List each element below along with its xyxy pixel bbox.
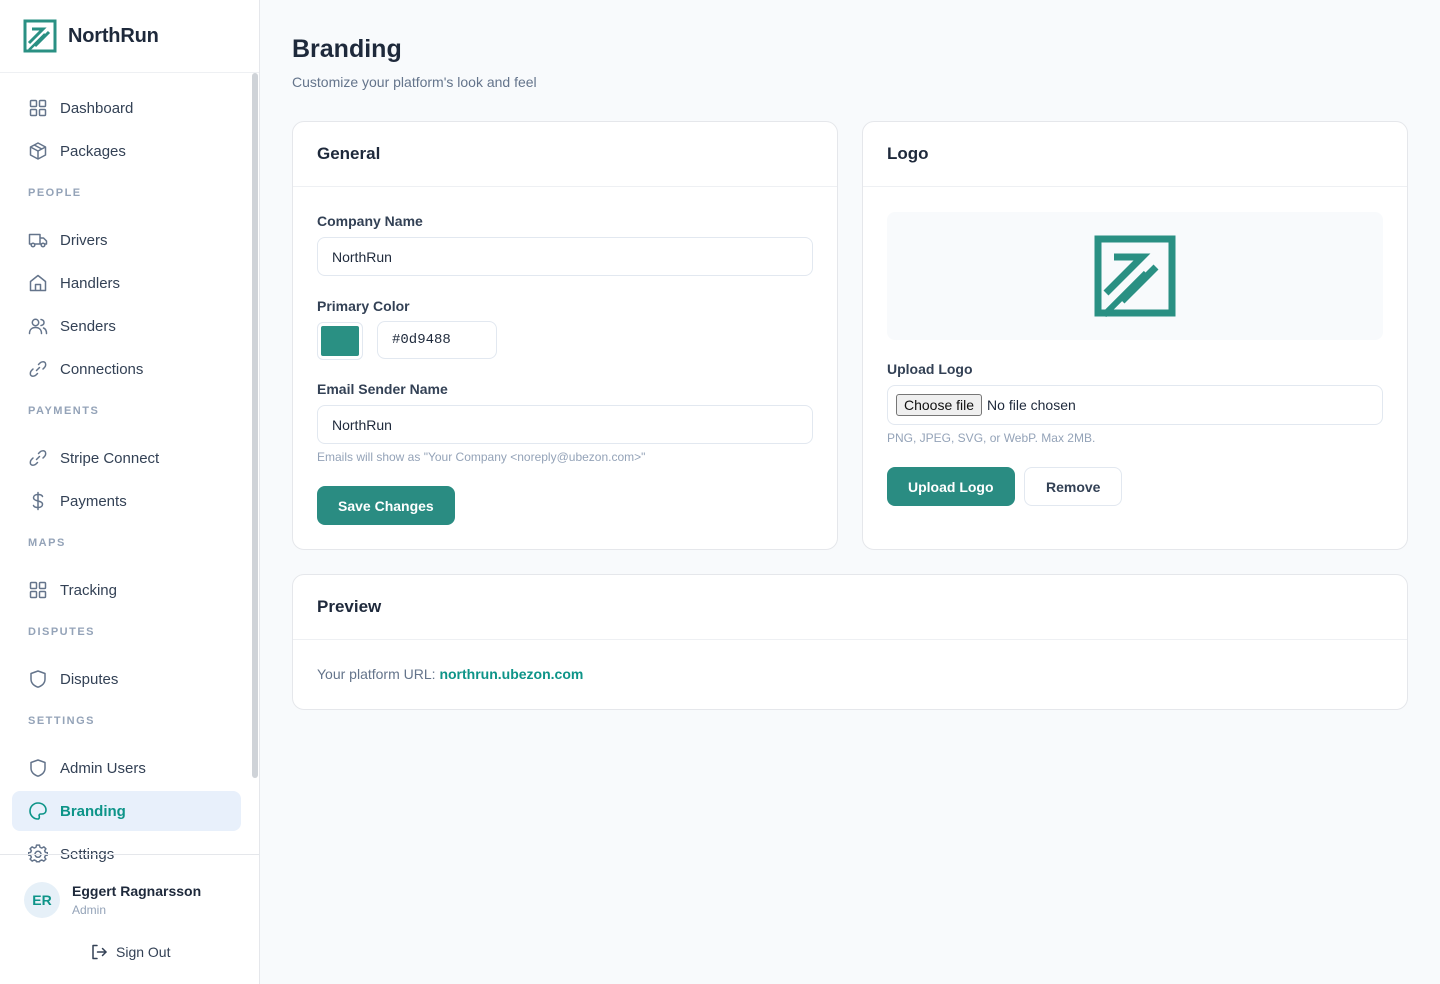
sidebar-item-label: Packages	[60, 142, 126, 160]
sidebar-item-connections[interactable]: Connections	[12, 349, 241, 389]
platform-url-text: Your platform URL: northrun.ubezon.com	[317, 666, 583, 682]
sidebar: NorthRun Dashboard Packages PEOPLE Drive…	[0, 0, 260, 984]
primary-color-swatch[interactable]	[317, 322, 363, 360]
dollar-icon	[32, 491, 44, 511]
sidebar-item-label: Handlers	[60, 274, 121, 292]
sidebar-item-label: Branding	[60, 802, 126, 820]
section-label-payments: PAYMENTS	[28, 405, 100, 417]
package-icon	[29, 142, 47, 160]
link-icon	[29, 450, 47, 466]
logo-file-hint: PNG, JPEG, SVG, or WebP. Max 2MB.	[887, 431, 1096, 445]
user-name: Eggert Ragnarsson	[72, 883, 202, 899]
platform-url-link[interactable]: northrun.ubezon.com	[439, 666, 583, 682]
sidebar-item-admin-users[interactable]: Admin Users	[12, 748, 241, 788]
logo-file-input[interactable]: Choose file No file chosen	[887, 385, 1383, 425]
sidebar-item-packages[interactable]: Packages	[12, 131, 241, 171]
upload-logo-button[interactable]: Upload Logo	[887, 467, 1015, 506]
user-role: Admin	[72, 903, 107, 917]
sidebar-item-handlers[interactable]: Handlers	[12, 263, 241, 303]
sidebar-item-label: Dashboard	[60, 99, 134, 117]
color-swatch-fill	[321, 326, 359, 356]
card-title: Logo	[863, 122, 1407, 187]
page-title: Branding	[292, 35, 402, 63]
palette-icon	[29, 802, 47, 820]
logout-icon	[92, 944, 107, 960]
page-subtitle: Customize your platform's look and feel	[292, 74, 537, 90]
shield-icon	[30, 670, 46, 688]
platform-url-prefix: Your platform URL:	[317, 666, 436, 682]
primary-color-input[interactable]	[377, 321, 497, 359]
card-title: Preview	[293, 575, 1407, 640]
sidebar-item-label: Admin Users	[60, 759, 146, 777]
sidebar-item-payments[interactable]: Payments	[12, 481, 241, 521]
shield-icon	[30, 759, 46, 777]
sidebar-item-label: Stripe Connect	[60, 449, 160, 467]
file-status: No file chosen	[987, 397, 1076, 413]
sidebar-item-label: Tracking	[60, 581, 117, 599]
grid-icon	[29, 581, 47, 599]
sign-out-label: Sign Out	[116, 944, 171, 960]
section-label-settings: SETTINGS	[28, 715, 96, 727]
sidebar-item-senders[interactable]: Senders	[12, 306, 241, 346]
primary-color-label: Primary Color	[317, 298, 410, 314]
remove-logo-button[interactable]: Remove	[1024, 467, 1123, 506]
northrun-logo-icon	[23, 19, 57, 53]
sidebar-item-label: Drivers	[60, 231, 108, 249]
user-profile: ER Eggert Ragnarsson Admin Sign Out	[0, 854, 259, 984]
save-changes-button[interactable]: Save Changes	[317, 486, 455, 525]
logo-preview	[887, 212, 1383, 340]
sidebar-item-label: Payments	[60, 492, 127, 510]
northrun-logo-icon	[1094, 235, 1176, 317]
section-label-maps: MAPS	[28, 537, 66, 549]
grid-icon	[29, 99, 47, 117]
email-sender-hint: Emails will show as "Your Company <norep…	[317, 450, 646, 464]
sidebar-item-branding[interactable]: Branding	[12, 791, 241, 831]
sidebar-item-disputes[interactable]: Disputes	[12, 659, 241, 699]
sidebar-nav: Dashboard Packages PEOPLE Drivers Handle…	[12, 88, 241, 877]
sidebar-scrollbar[interactable]	[252, 73, 258, 778]
company-name-input[interactable]	[317, 237, 813, 276]
sidebar-item-stripe-connect[interactable]: Stripe Connect	[12, 438, 241, 478]
home-icon	[29, 274, 47, 292]
users-icon	[28, 318, 48, 335]
sign-out-button[interactable]: Sign Out	[90, 943, 170, 961]
upload-logo-label: Upload Logo	[887, 361, 973, 377]
brand[interactable]: NorthRun	[0, 0, 259, 73]
truck-icon	[28, 233, 48, 248]
logo-card: Logo Upload Logo Choose file No file cho…	[862, 121, 1408, 550]
general-card: General Company Name Primary Color Email…	[292, 121, 838, 550]
sidebar-item-label: Disputes	[60, 670, 119, 688]
sidebar-item-dashboard[interactable]: Dashboard	[12, 88, 241, 128]
sidebar-item-label: Senders	[60, 317, 116, 335]
sidebar-item-label: Connections	[60, 360, 144, 378]
preview-card: Preview Your platform URL: northrun.ubez…	[292, 574, 1408, 710]
email-sender-label: Email Sender Name	[317, 381, 448, 397]
sidebar-item-drivers[interactable]: Drivers	[12, 220, 241, 260]
avatar: ER	[24, 882, 60, 918]
email-sender-input[interactable]	[317, 405, 813, 444]
sidebar-item-tracking[interactable]: Tracking	[12, 570, 241, 610]
section-label-people: PEOPLE	[28, 187, 82, 199]
card-title: General	[293, 122, 837, 187]
section-label-disputes: DISPUTES	[28, 626, 96, 638]
link-icon	[29, 361, 47, 377]
company-name-label: Company Name	[317, 213, 423, 229]
choose-file-button[interactable]: Choose file	[896, 394, 983, 416]
brand-name: NorthRun	[68, 24, 159, 47]
